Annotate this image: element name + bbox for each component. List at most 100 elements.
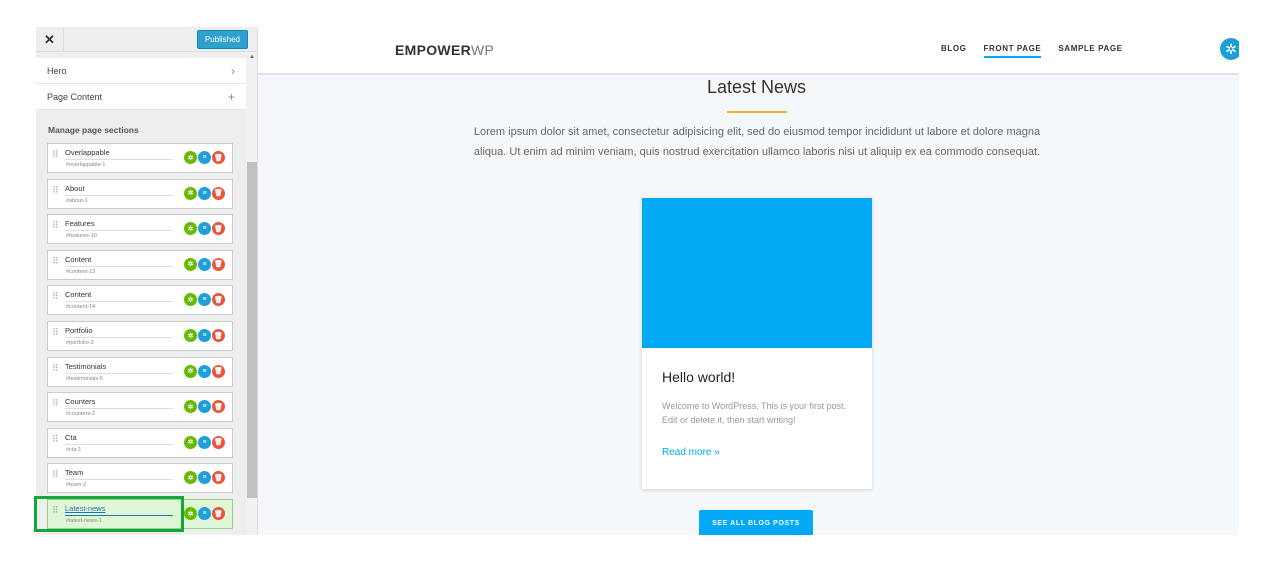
trash-icon[interactable]: 🗑 (212, 329, 225, 342)
section-name[interactable]: Team (65, 468, 173, 481)
gear-icon[interactable]: ✲ (184, 222, 197, 236)
nav-sample-page[interactable]: SAMPLE PAGE (1058, 44, 1122, 58)
section-row[interactable]: ⠿ Counters #counters-2 ✲ ≡ 🗑 (47, 392, 233, 423)
drag-handle-icon[interactable]: ⠿ (52, 434, 59, 443)
drag-handle-icon[interactable]: ⠿ (52, 292, 59, 301)
section-row[interactable]: ⠿ Overlappable #overlappable-1 ✲ ≡ 🗑 (47, 143, 233, 173)
panel-label: Hero (47, 65, 67, 76)
see-all-posts-button[interactable]: SEE ALL BLOG POSTS (699, 510, 813, 535)
section-actions: ✲ ≡ 🗑 (184, 293, 225, 307)
drag-handle-icon[interactable]: ⠿ (52, 506, 59, 515)
gear-icon[interactable]: ✲ (1220, 38, 1239, 60)
nav-front-page[interactable]: FRONT PAGE (983, 44, 1042, 58)
trash-icon[interactable]: 🗑 (212, 186, 225, 200)
section-actions: ✲ ≡ 🗑 (184, 186, 225, 200)
section-name[interactable]: Counters (65, 397, 173, 410)
close-icon[interactable]: ✕ (36, 27, 64, 52)
section-name[interactable]: Features (65, 219, 173, 232)
scrollbar[interactable]: ▲ (246, 52, 257, 535)
trash-icon[interactable]: 🗑 (212, 293, 225, 307)
section-name[interactable]: Cta (65, 433, 173, 445)
trash-icon[interactable]: 🗑 (212, 507, 225, 520)
panel-page-content[interactable]: Page Content + (36, 84, 246, 110)
section-name[interactable]: Overlappable (65, 148, 173, 160)
list-icon[interactable]: ≡ (198, 400, 211, 414)
nav-blog[interactable]: BLOG (941, 44, 967, 58)
customizer-sidebar: ✕ Published Hero › Page Content + Manage… (36, 27, 258, 535)
site-logo[interactable]: EMPOWERWP (395, 42, 494, 58)
section-row[interactable]: ⠿ Latest-news #latest-news-1 ✲ ≡ 🗑 (47, 499, 233, 529)
section-name[interactable]: Content (65, 255, 173, 267)
list-icon[interactable]: ≡ (198, 151, 211, 164)
list-icon[interactable]: ≡ (198, 329, 211, 342)
panel-hero[interactable]: Hero › (36, 58, 246, 84)
trash-icon[interactable]: 🗑 (212, 364, 225, 378)
section-row[interactable]: ⠿ Content #content-14 ✲ ≡ 🗑 (47, 285, 233, 316)
section-row[interactable]: ⠿ Portfolio #portfolio-3 ✲ ≡ 🗑 (47, 321, 233, 351)
gear-icon[interactable]: ✲ (184, 186, 197, 200)
section-anchor: #latest-news-1 (66, 518, 102, 524)
section-row[interactable]: ⠿ Cta #cta-1 ✲ ≡ 🗑 (47, 427, 233, 458)
drag-handle-icon[interactable]: ⠿ (52, 363, 59, 372)
gear-icon[interactable]: ✲ (184, 400, 197, 414)
chevron-right-icon: › (231, 63, 235, 78)
manage-sections-title: Manage page sections (48, 125, 139, 135)
publish-button[interactable]: Published (196, 30, 248, 49)
section-row[interactable]: ⠿ Features #features-10 ✲ ≡ 🗑 (47, 214, 233, 245)
list-icon[interactable]: ≡ (198, 186, 211, 200)
section-name[interactable]: Latest-news (65, 504, 173, 516)
trash-icon[interactable]: 🗑 (212, 222, 225, 236)
read-more-link[interactable]: Read more » (662, 447, 720, 458)
list-icon[interactable]: ≡ (198, 293, 211, 307)
trash-icon[interactable]: 🗑 (212, 257, 225, 271)
drag-handle-icon[interactable]: ⠿ (52, 150, 59, 159)
section-anchor: #content-14 (66, 304, 96, 311)
section-anchor: #team-2 (66, 482, 87, 489)
title-underline (727, 111, 787, 113)
drag-handle-icon[interactable]: ⠿ (52, 221, 59, 230)
section-actions: ✲ ≡ 🗑 (184, 151, 225, 164)
section-anchor: #portfolio-3 (66, 340, 94, 346)
drag-handle-icon[interactable]: ⠿ (52, 470, 59, 479)
gear-icon[interactable]: ✲ (184, 507, 197, 520)
list-icon[interactable]: ≡ (198, 364, 211, 378)
section-name[interactable]: Content (65, 290, 173, 303)
plus-icon: + (227, 89, 235, 104)
scrollbar-thumb[interactable] (247, 162, 257, 498)
drag-handle-icon[interactable]: ⠿ (52, 185, 59, 194)
scroll-up-icon[interactable]: ▲ (246, 52, 257, 62)
gear-icon[interactable]: ✲ (184, 293, 197, 307)
section-anchor: #content-13 (66, 268, 96, 275)
list-icon[interactable]: ≡ (198, 471, 211, 485)
post-title[interactable]: Hello world! (662, 369, 735, 385)
gear-icon[interactable]: ✲ (184, 435, 197, 449)
gear-icon[interactable]: ✲ (184, 151, 197, 164)
post-thumbnail[interactable] (642, 198, 872, 348)
section-row[interactable]: ⠿ Team #team-2 ✲ ≡ 🗑 (47, 463, 233, 494)
list-icon[interactable]: ≡ (198, 222, 211, 236)
section-anchor: #testimonials-5 (66, 375, 103, 382)
list-icon[interactable]: ≡ (198, 257, 211, 271)
section-row[interactable]: ⠿ About #about-1 ✲ ≡ 🗑 (47, 178, 233, 209)
trash-icon[interactable]: 🗑 (212, 400, 225, 414)
trash-icon[interactable]: 🗑 (212, 471, 225, 485)
section-row[interactable]: ⠿ Content #content-13 ✲ ≡ 🗑 (47, 249, 233, 280)
drag-handle-icon[interactable]: ⠿ (52, 328, 59, 337)
section-actions: ✲ ≡ 🗑 (184, 507, 225, 520)
section-name[interactable]: Testimonials (65, 362, 173, 374)
main-nav: BLOG FRONT PAGE SAMPLE PAGE (941, 44, 1123, 58)
gear-icon[interactable]: ✲ (184, 329, 197, 342)
trash-icon[interactable]: 🗑 (212, 151, 225, 164)
gear-icon[interactable]: ✲ (184, 471, 197, 485)
section-name[interactable]: About (65, 184, 173, 196)
section-actions: ✲ ≡ 🗑 (184, 364, 225, 378)
trash-icon[interactable]: 🗑 (212, 435, 225, 449)
drag-handle-icon[interactable]: ⠿ (52, 399, 59, 408)
section-row[interactable]: ⠿ Testimonials #testimonials-5 ✲ ≡ 🗑 (47, 356, 233, 387)
section-name[interactable]: Portfolio (65, 326, 173, 338)
drag-handle-icon[interactable]: ⠿ (52, 256, 59, 265)
list-icon[interactable]: ≡ (198, 507, 211, 520)
list-icon[interactable]: ≡ (198, 435, 211, 449)
gear-icon[interactable]: ✲ (184, 257, 197, 271)
gear-icon[interactable]: ✲ (184, 364, 197, 378)
